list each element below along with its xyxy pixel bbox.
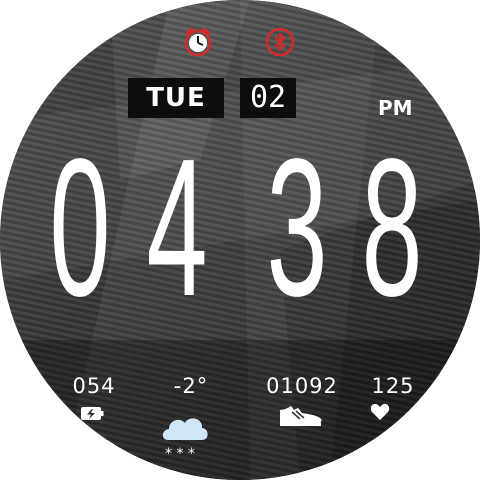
ampm-indicator: PM — [378, 96, 413, 120]
hour-ones-digit: 4 — [146, 118, 208, 337]
hour-tens-digit: 0 — [49, 118, 111, 337]
temperature-value: -2° — [173, 374, 209, 398]
minute-tens-digit: 3 — [266, 118, 328, 337]
snow-cloud-icon: * * * — [162, 418, 208, 462]
watch-face: TUE 02 PM 0 4 3 8 054 -2° 01092 125 * * … — [0, 0, 480, 480]
heart-icon — [370, 403, 390, 420]
steps-value: 01092 — [266, 374, 338, 398]
battery-charging-icon — [81, 407, 104, 420]
minute-ones-digit: 8 — [361, 118, 423, 337]
battery-value: 054 — [72, 374, 116, 398]
weekday-label: TUE — [128, 78, 224, 118]
alarm-clock-icon — [184, 27, 212, 57]
svg-text:* * *: * * * — [165, 446, 195, 462]
bluetooth-icon — [265, 27, 295, 57]
sneaker-steps-icon — [280, 406, 322, 426]
day-of-month: 02 — [240, 78, 296, 118]
heart-rate-value: 125 — [371, 374, 415, 398]
